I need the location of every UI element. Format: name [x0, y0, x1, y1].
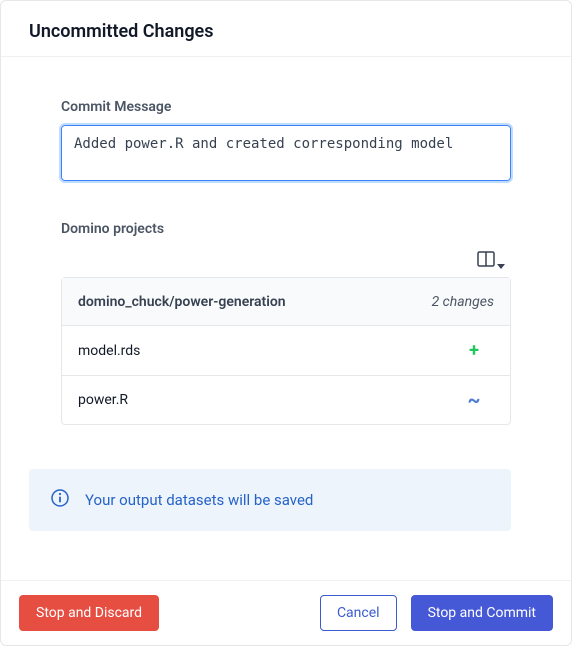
table-row[interactable]: model.rds +: [62, 326, 510, 376]
file-name: power.R: [78, 392, 128, 408]
stop-and-discard-button[interactable]: Stop and Discard: [19, 595, 159, 631]
repo-name: domino_chuck/power-generation: [78, 294, 286, 310]
modal-body: Commit Message Domino projects: [1, 57, 571, 580]
cancel-button[interactable]: Cancel: [320, 595, 397, 631]
info-banner-text: Your output datasets will be saved: [85, 491, 313, 509]
stop-and-commit-button[interactable]: Stop and Commit: [411, 595, 553, 631]
commit-message-input[interactable]: [61, 125, 511, 181]
file-name: model.rds: [78, 343, 140, 359]
info-icon: [51, 489, 69, 511]
projects-section: Domino projects domino_chuc: [61, 221, 511, 425]
repo-header-row[interactable]: domino_chuck/power-generation 2 changes: [62, 278, 510, 326]
modal-title: Uncommitted Changes: [29, 21, 543, 42]
status-modified-icon: ~: [454, 394, 494, 406]
uncommitted-changes-modal: Uncommitted Changes Commit Message Domin…: [0, 0, 572, 646]
changes-count: 2 changes: [432, 294, 494, 310]
columns-icon: [477, 251, 495, 271]
table-toolbar: [61, 251, 511, 271]
changes-table: domino_chuck/power-generation 2 changes …: [61, 277, 511, 425]
columns-picker-button[interactable]: [477, 251, 505, 271]
status-added-icon: +: [454, 340, 494, 361]
footer-right-group: Cancel Stop and Commit: [320, 595, 553, 631]
table-row[interactable]: power.R ~: [62, 376, 510, 424]
modal-footer: Stop and Discard Cancel Stop and Commit: [1, 580, 571, 645]
chevron-down-icon: [497, 255, 505, 274]
commit-message-label: Commit Message: [61, 99, 511, 115]
modal-header: Uncommitted Changes: [1, 1, 571, 57]
projects-label: Domino projects: [61, 221, 511, 237]
info-banner: Your output datasets will be saved: [29, 469, 511, 531]
